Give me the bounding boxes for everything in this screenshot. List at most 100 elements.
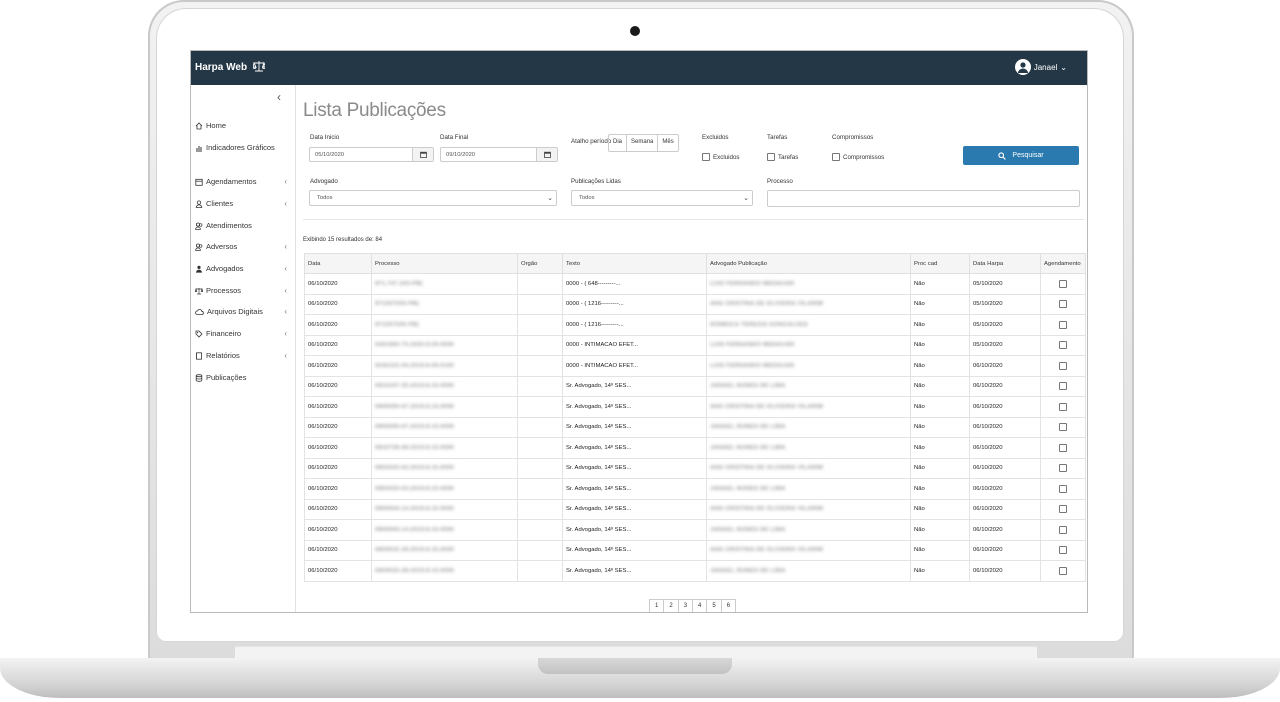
sidebar-item-arquivos-digitais[interactable]: Arquivos Digitais ‹ [195,307,287,316]
column-header[interactable]: Data Harpa [969,253,1041,274]
brand[interactable]: Harpa Web [195,61,267,75]
compromissos-title: Compromissos [832,134,874,141]
page-link[interactable]: 6 [720,599,737,612]
checkbox-icon [832,153,840,161]
table-row[interactable]: 06/10/2020 0800944-14.2019.8.15.0000 Sr. A… [304,498,1086,520]
calendar-icon[interactable] [412,148,433,161]
table-row[interactable]: 06/10/2020 0810738-58.2019.8.15.0000 Sr. A… [304,437,1086,459]
agendamento-checkbox[interactable] [1059,300,1067,309]
sidebar-item-advogados[interactable]: Advogados ‹ [195,264,287,273]
column-header[interactable]: Texto [562,253,707,274]
sidebar-item-publica-es[interactable]: Publicações [195,373,287,382]
table-row[interactable]: 06/10/2020 Nº1257035-PB(0000 - ( 1216----… [304,314,1086,336]
table-row[interactable]: 06/10/2020 0802020-63.2019.8.15.0000 Sr. A… [304,478,1086,500]
table-row[interactable]: 06/10/2020 0805590-67.2019.8.15.0000 Sr. A… [304,416,1086,438]
table-cell: 05/10/2020 [969,293,1041,315]
camera-icon [630,26,640,36]
agendamento-checkbox[interactable] [1059,341,1067,350]
agendamento-checkbox[interactable] [1059,443,1067,452]
table-cell: JANAEL NUNES DE LIMA [706,437,911,459]
search-button[interactable]: Pesquisar [963,146,1079,165]
processo-input[interactable] [767,190,1080,207]
search-button-label: Pesquisar [1012,152,1044,159]
advogado-label: Advogado [310,178,338,185]
table-row[interactable]: 06/10/2020 5042102-04.2019.8.09.0100 0000 … [304,355,1086,377]
table-cell: Sr. Advogado, 14º SES... [562,457,707,479]
sidebar-item-agendamentos[interactable]: Agendamentos ‹ [195,177,287,186]
agendamento-checkbox[interactable] [1059,402,1067,411]
sidebar-item-adversos[interactable]: Adversos ‹ [195,242,287,251]
page-link[interactable]: 4 [692,599,708,612]
publicacoes-lidas-value: Todos [579,195,595,201]
publicacoes-lidas-select[interactable]: Todos ⌄ [571,190,753,206]
calendar-icon[interactable] [536,148,557,161]
agendamento-cell [1040,416,1086,438]
table-cell: 06/10/2020 [304,498,372,520]
column-header[interactable]: Processo [371,253,518,274]
atalho-mes-button[interactable]: Mês [658,135,677,151]
agendamento-checkbox[interactable] [1059,320,1067,329]
table-body: 06/10/2020 Nº1.747.343-PB(0000 - ( 648---… [304,273,1086,582]
data-inicio-field[interactable]: 05/10/2020 [309,147,434,162]
column-header[interactable]: Orgão [517,253,563,274]
table-cell: Não [910,314,970,336]
collapse-sidebar-icon[interactable]: ‹ [277,90,281,104]
table-row[interactable]: 06/10/2020 0804532-28.2019.8.15.0000 Sr. A… [304,560,1086,582]
agendamento-checkbox[interactable] [1059,525,1067,534]
page-link[interactable]: 3 [677,599,694,612]
sidebar-item-financeiro[interactable]: Financeiro ‹ [195,329,287,338]
table-row[interactable]: 06/10/2020 0805590-67.2019.8.15.0000 Sr. A… [304,396,1086,418]
table-row[interactable]: 06/10/2020 5401960-75.2020.8.09.0000 0000 … [304,334,1086,356]
compromissos-checkbox[interactable]: Compromissos [832,153,884,161]
advogado-select[interactable]: Todos ⌄ [309,190,557,206]
agendamento-checkbox[interactable] [1059,464,1067,473]
sidebar-item-indicadores-gr-ficos[interactable]: Indicadores Gráficos [195,143,287,152]
agendamento-checkbox[interactable] [1059,382,1067,391]
publicacoes-lidas-label: Publicações Lidas [571,178,621,185]
column-header[interactable]: Agendamento [1040,253,1086,274]
agendamento-cell [1040,273,1086,295]
table-cell: Não [910,396,970,418]
avatar-icon [1014,59,1031,75]
agendamento-cell [1040,560,1086,582]
table-cell: Sr. Advogado, 14º SES... [562,560,707,582]
sidebar-item-home[interactable]: Home [195,121,287,130]
page-link[interactable]: 1 [649,599,665,612]
column-header[interactable]: Proc cad [910,253,970,274]
table-row[interactable]: 06/10/2020 Nº1.747.343-PB(0000 - ( 648---… [304,273,1086,295]
table-cell: Sr. Advogado, 14º SES... [562,519,707,541]
sidebar-item-label: Atendimentos [206,221,252,230]
agendamento-checkbox[interactable] [1059,423,1067,432]
column-header[interactable]: Data [304,253,372,274]
agendamento-cell [1040,498,1086,520]
chevron-left-icon: ‹ [284,307,287,316]
agendamento-checkbox[interactable] [1059,505,1067,514]
agendamento-checkbox[interactable] [1059,566,1067,575]
page-link[interactable]: 2 [663,599,679,612]
table-row[interactable]: 06/10/2020 0802020-63.2019.8.15.0000 Sr. A… [304,457,1086,479]
table-row[interactable]: 06/10/2020 0812247-25.2019.8.15.0000 Sr. A… [304,375,1086,397]
agendamento-checkbox[interactable] [1059,279,1067,288]
agendamento-cell [1040,375,1086,397]
user-menu[interactable]: Janael ⌄ [1014,59,1067,75]
table-row[interactable]: 06/10/2020 0804532-28.2019.8.15.0000 Sr. A… [304,539,1086,561]
data-final-field[interactable]: 09/10/2020 [440,147,558,162]
agendamento-checkbox[interactable] [1059,361,1067,370]
table-cell: 06/10/2020 [304,457,372,479]
table-cell [517,539,563,561]
agendamento-checkbox[interactable] [1059,546,1067,555]
sidebar-item-processos[interactable]: Processos ‹ [195,286,287,295]
sidebar-item-relat-rios[interactable]: Relatórios ‹ [195,351,287,360]
column-header[interactable]: Advogado Publicação [706,253,911,274]
atalho-semana-button[interactable]: Semana [627,135,659,151]
sidebar-item-clientes[interactable]: Clientes ‹ [195,199,287,208]
page-link[interactable]: 5 [706,599,722,612]
sidebar-item-atendimentos[interactable]: Atendimentos [195,221,287,230]
table-row[interactable]: 06/10/2020 0800944-14.2019.8.15.0000 Sr. A… [304,519,1086,541]
table-row[interactable]: 06/10/2020 Nº1257035-PB(0000 - ( 1216----… [304,293,1086,315]
atalho-dia-button[interactable]: Dia [609,135,628,151]
table-cell: 06/10/2020 [969,355,1041,377]
tarefas-checkbox[interactable]: Tarefas [767,153,798,161]
excluidos-checkbox[interactable]: Excluidos [702,153,739,161]
agendamento-checkbox[interactable] [1059,484,1067,493]
